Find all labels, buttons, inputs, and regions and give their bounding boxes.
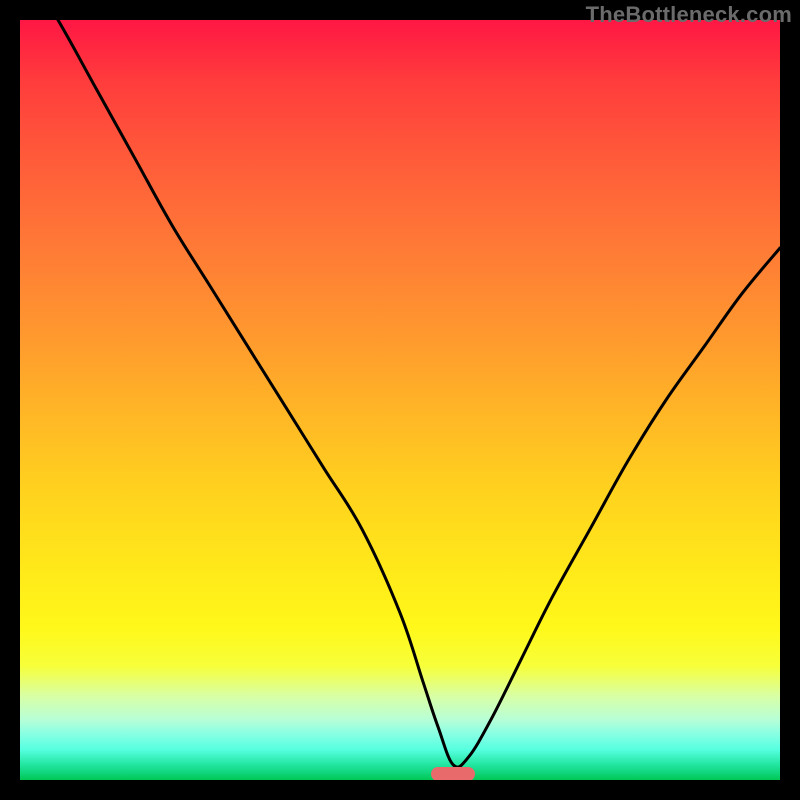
chart-frame: TheBottleneck.com (0, 0, 800, 800)
bottleneck-curve (20, 20, 780, 780)
watermark-text: TheBottleneck.com (586, 2, 792, 28)
bottleneck-curve-path (20, 20, 780, 767)
optimum-marker (431, 767, 475, 780)
plot-area (20, 20, 780, 780)
